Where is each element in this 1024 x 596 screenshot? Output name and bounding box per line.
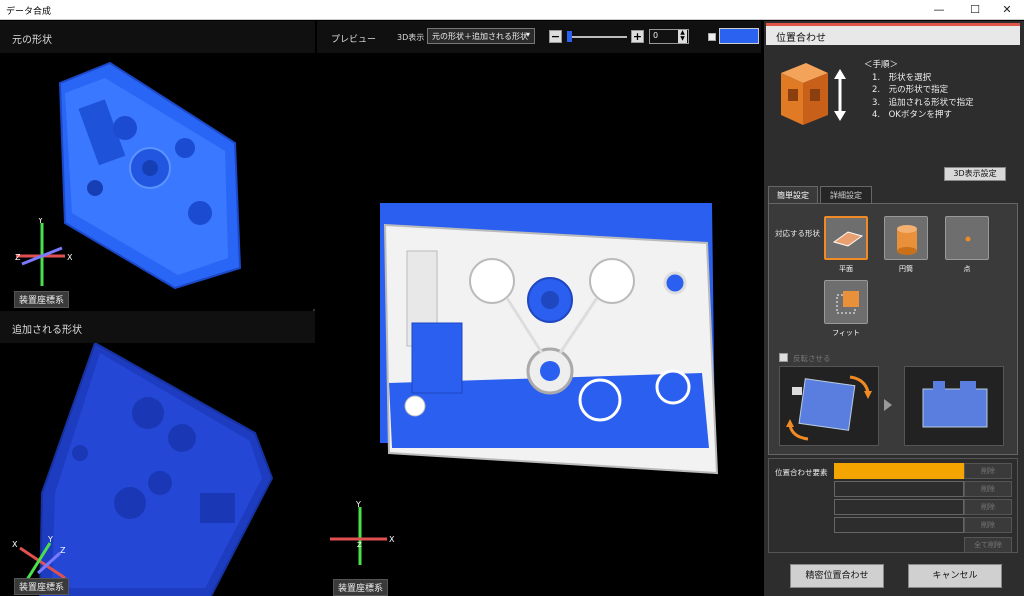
color-swatch[interactable] (719, 28, 759, 44)
original-shape-header: 元の形状 (0, 21, 315, 53)
device-coord-label: 装置座標系 (14, 291, 70, 308)
element-row-selected[interactable] (834, 463, 964, 479)
elements-label: 位置合わせ要素 (775, 468, 828, 477)
display-settings-button[interactable]: 3D表示設定 (944, 167, 1006, 181)
axis-triad-icon: Y Z X (15, 218, 73, 286)
fit-label: フィット (832, 329, 860, 337)
display-select[interactable]: 元の形状＋追加される形状 ▾ (427, 28, 535, 44)
tab-simple-settings[interactable]: 簡単設定 (768, 186, 818, 204)
tab-advanced-settings[interactable]: 詳細設定 (820, 186, 872, 204)
clear-all-button[interactable]: 全て削除 (964, 537, 1012, 553)
app-window: データ合成 — ☐ ✕ 元の形状 Y Z X 装置座標系 追加される形状 X Y… (0, 0, 1024, 596)
alignment-title: 位置合わせ (776, 33, 826, 44)
element-delete-button[interactable]: 削除 (964, 481, 1012, 497)
color-checkbox[interactable] (708, 33, 716, 41)
cylinder-icon (897, 225, 917, 255)
precise-alignment-button[interactable]: 精密位置合わせ (790, 564, 884, 588)
cylinder-label: 円筒 (899, 265, 913, 273)
plane-label: 平面 (839, 265, 853, 273)
procedure-step: 2. 元の形状で指定 (872, 85, 949, 95)
alignment-before-preview (779, 366, 879, 446)
window-title: データ合成 (6, 7, 52, 17)
svg-text:Z: Z (60, 546, 66, 555)
point-icon (965, 236, 971, 242)
value-spinner[interactable]: 0 ▲ ▼ (649, 29, 689, 44)
original-shape-viewport[interactable]: Y Z X 装置座標系 (0, 53, 315, 309)
aligned-shape-icon (922, 381, 988, 428)
procedure-step: 3. 追加される形状で指定 (872, 97, 974, 108)
element-delete-button[interactable]: 削除 (964, 517, 1012, 533)
added-shape-header: 追加される形状 (0, 311, 315, 343)
svg-text:Y: Y (355, 500, 361, 509)
rotate-arrows-icon (786, 375, 872, 441)
element-row[interactable] (834, 481, 964, 497)
element-row[interactable] (834, 517, 964, 533)
procedure-step: 1. 形状を選択 (872, 72, 932, 83)
svg-text:Z: Z (357, 541, 362, 549)
svg-text:X: X (12, 540, 18, 549)
element-delete-button[interactable]: 削除 (964, 499, 1012, 515)
svg-text:X: X (67, 253, 73, 262)
original-shape-title: 元の形状 (12, 35, 52, 46)
slider-handle[interactable] (567, 31, 572, 42)
preview-title: プレビュー (331, 35, 377, 45)
minimize-icon[interactable]: — (922, 0, 956, 20)
plane-shape-button[interactable] (824, 216, 868, 260)
zoom-in-button[interactable]: + (631, 30, 644, 43)
svg-text:Z: Z (15, 253, 21, 262)
zoom-out-button[interactable]: − (549, 30, 562, 43)
point-label: 点 (963, 265, 971, 273)
preview-toolbar: プレビュー 3D表示 元の形状＋追加される形状 ▾ − + 0 ▲ ▼ (317, 21, 761, 53)
procedure-title: ＜手順＞ (864, 60, 899, 70)
shape-label: 対応する形状 (775, 229, 820, 238)
axis-triad-icon: Y X Z (330, 500, 395, 565)
svg-text:Y: Y (47, 535, 53, 544)
flip-checkbox[interactable] (779, 353, 788, 362)
added-shape-title: 追加される形状 (12, 325, 82, 336)
element-row[interactable] (834, 499, 964, 515)
display-label: 3D表示 (397, 33, 425, 42)
procedure-list: ＜手順＞ 1. 形状を選択 2. 元の形状で指定 3. 追加される形状で指定 4… (864, 59, 974, 122)
spinner-value: 0 (653, 31, 659, 40)
display-select-value: 元の形状＋追加される形状 (432, 32, 528, 41)
element-delete-button[interactable]: 削除 (964, 463, 1012, 479)
maximize-icon[interactable]: ☐ (958, 0, 992, 20)
svg-text:Y: Y (37, 218, 43, 225)
device-coord-label: 装置座標系 (333, 579, 389, 596)
simple-settings-panel: 対応する形状 平面 円筒 点 フィット 反転させる (768, 203, 1018, 455)
svg-text:X: X (389, 535, 395, 544)
alignment-elements-section: 位置合わせ要素 削除 削除 削除 削除 全て削除 (768, 458, 1018, 553)
device-coord-label: 装置座標系 (14, 578, 70, 595)
fit-shape-button[interactable] (824, 280, 868, 324)
left-column: 元の形状 Y Z X 装置座標系 追加される形状 X Y Z 装置座標系 (0, 21, 315, 596)
alignment-header: 位置合わせ (766, 23, 1020, 45)
title-bar: データ合成 — ☐ ✕ (0, 0, 1024, 20)
added-shape-viewport[interactable]: X Y Z 装置座標系 (0, 343, 315, 596)
spinner-arrows-icon[interactable]: ▲ ▼ (678, 30, 687, 43)
cylinder-shape-button[interactable] (884, 216, 928, 260)
alignment-cube-icon (781, 63, 846, 125)
opacity-slider[interactable] (567, 36, 627, 38)
plane-icon (832, 231, 864, 247)
preview-area: プレビュー 3D表示 元の形状＋追加される形状 ▾ − + 0 ▲ ▼ Y X … (317, 21, 761, 596)
alignment-after-preview (904, 366, 1004, 446)
alignment-panel: 位置合わせ ＜手順＞ 1. 形状を選択 2. 元の形状で指定 3. 追加される形… (764, 21, 1024, 596)
chevron-down-icon: ▾ (525, 30, 530, 39)
point-shape-button[interactable] (945, 216, 989, 260)
fit-icon (836, 291, 859, 314)
close-icon[interactable]: ✕ (990, 0, 1024, 20)
cancel-button[interactable]: キャンセル (908, 564, 1002, 588)
flip-label: 反転させる (793, 354, 831, 363)
arrow-right-icon (884, 399, 892, 411)
procedure-step: 4. OKボタンを押す (872, 110, 952, 120)
